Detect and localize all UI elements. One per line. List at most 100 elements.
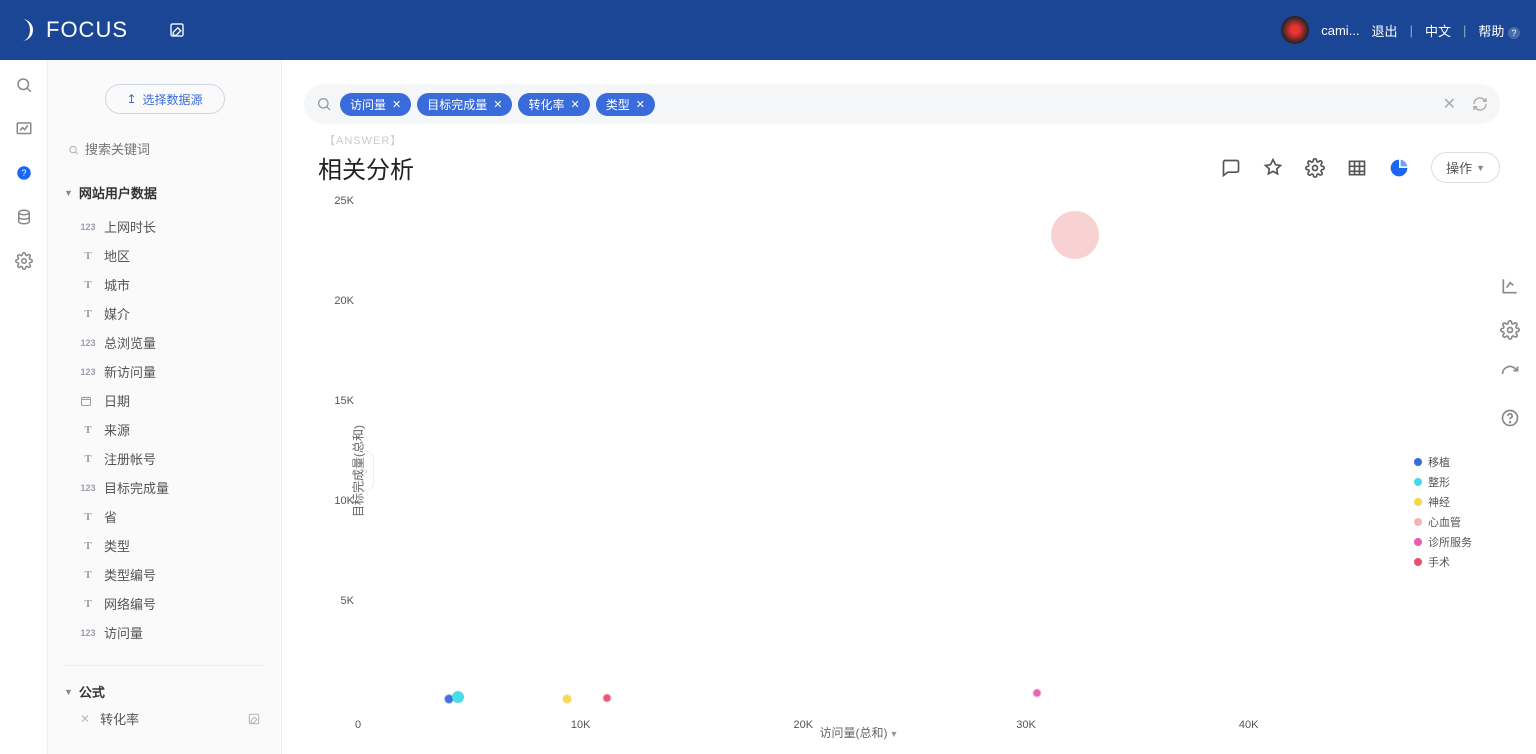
page-title: 相关分析 — [318, 150, 414, 185]
field-label: 类型编号 — [104, 565, 156, 584]
help-circle-icon[interactable] — [1500, 408, 1520, 428]
chip-remove-icon[interactable]: ✕ — [570, 98, 579, 111]
bubble-point[interactable] — [604, 695, 611, 702]
header: FOCUS cami... 退出 | 中文 | 帮助 ? — [0, 0, 1536, 60]
legend-dot-icon — [1414, 458, 1422, 466]
chart-icon[interactable] — [1389, 158, 1409, 178]
field-type-icon: 123 — [80, 627, 96, 639]
nav-database-icon[interactable] — [15, 208, 33, 226]
field-item[interactable]: 123目标完成量 — [56, 473, 273, 502]
axis-tool-icon[interactable] — [1500, 276, 1520, 296]
field-label: 总浏览量 — [104, 333, 156, 352]
field-type-icon: 123 — [80, 221, 96, 233]
field-item[interactable]: 日期 — [56, 386, 273, 415]
help-icon: ? — [1508, 27, 1520, 39]
refresh-search-icon[interactable] — [1472, 96, 1488, 112]
field-item[interactable]: T网络编号 — [56, 589, 273, 618]
field-label: 媒介 — [104, 304, 130, 323]
logo-text: FOCUS — [46, 17, 128, 43]
bubble-point[interactable] — [452, 691, 464, 703]
table-icon[interactable] — [1347, 158, 1367, 178]
edit-icon[interactable] — [168, 21, 186, 39]
field-item[interactable]: T 城市 — [56, 270, 273, 299]
field-item[interactable]: 123总浏览量 — [56, 328, 273, 357]
chip-list: 访问量✕ 目标完成量✕ 转化率✕ 类型✕ — [340, 93, 655, 116]
nav-settings-icon[interactable] — [15, 252, 33, 270]
comment-icon[interactable] — [1221, 158, 1241, 178]
select-datasource-button[interactable]: ↥ 选择数据源 — [105, 84, 225, 114]
y-tick: 15K — [334, 395, 354, 407]
field-item[interactable]: T媒介 — [56, 299, 273, 328]
field-type-icon — [80, 395, 96, 407]
username[interactable]: cami... — [1321, 23, 1359, 38]
field-type-icon: T — [80, 424, 96, 436]
group-formula[interactable]: ▼ 公式 — [56, 678, 273, 705]
chip-remove-icon[interactable]: ✕ — [392, 98, 401, 111]
chip-remove-icon[interactable]: ✕ — [493, 98, 502, 111]
avatar[interactable] — [1281, 16, 1309, 44]
field-item[interactable]: T地区 — [56, 241, 273, 270]
help-link[interactable]: 帮助 ? — [1478, 21, 1520, 40]
x-axis-label[interactable]: 访问量(总和)▼ — [358, 724, 1360, 741]
search-chip[interactable]: 转化率✕ — [518, 93, 589, 116]
field-label: 新访问量 — [104, 362, 156, 381]
sidebar-search[interactable] — [56, 138, 273, 161]
refresh-icon[interactable] — [1500, 364, 1520, 384]
field-item[interactable]: 123 访问量 — [56, 618, 273, 647]
formula-item[interactable]: ✕转化率 — [56, 705, 273, 732]
chevron-down-icon: ▼ — [1476, 163, 1485, 173]
field-type-icon: T — [80, 540, 96, 552]
field-type-icon: T — [80, 279, 96, 291]
field-type-icon: 123 — [80, 366, 96, 378]
field-item[interactable]: T 注册帐号 — [56, 444, 273, 473]
plot-area[interactable] — [358, 211, 1360, 701]
field-label: 注册帐号 — [104, 449, 156, 468]
field-label: 省 — [104, 507, 117, 526]
operation-button[interactable]: 操作▼ — [1431, 152, 1500, 183]
field-type-icon: T — [80, 569, 96, 581]
legend-item[interactable]: 诊所服务 — [1414, 534, 1472, 550]
logo-icon — [16, 19, 38, 41]
language-link[interactable]: 中文 — [1425, 21, 1451, 40]
field-item[interactable]: T 类型编号 — [56, 560, 273, 589]
field-item[interactable]: 123 新访问量 — [56, 357, 273, 386]
search-chip[interactable]: 类型✕ — [596, 93, 655, 116]
logo[interactable]: FOCUS — [16, 17, 128, 43]
legend-item[interactable]: 神经 — [1414, 494, 1472, 510]
searchbar[interactable]: 访问量✕ 目标完成量✕ 转化率✕ 类型✕ ✕ — [304, 84, 1500, 124]
legend-dot-icon — [1414, 558, 1422, 566]
field-item[interactable]: T省 — [56, 502, 273, 531]
legend-item[interactable]: 整形 — [1414, 474, 1472, 490]
legend-item[interactable]: 移植 — [1414, 454, 1472, 470]
bubble-point[interactable] — [563, 695, 571, 703]
clear-search-icon[interactable]: ✕ — [1443, 94, 1456, 114]
field-item[interactable]: T来源 — [56, 415, 273, 444]
chevron-down-icon: ▼ — [890, 729, 899, 739]
field-label: 城市 — [104, 275, 130, 294]
search-icon — [316, 96, 332, 112]
field-label: 上网时长 — [104, 217, 156, 236]
nav-dashboard-icon[interactable] — [15, 120, 33, 138]
gear-icon[interactable] — [1500, 320, 1520, 340]
legend: 移植整形神经心血管诊所服务手术 — [1414, 454, 1472, 574]
nav-search-icon[interactable] — [15, 76, 33, 94]
bubble-point[interactable] — [1051, 211, 1099, 259]
bubble-point[interactable] — [1034, 690, 1041, 697]
group-website-user-data[interactable]: ▼ 网站用户数据 — [56, 179, 273, 206]
search-chip[interactable]: 访问量✕ — [340, 93, 411, 116]
field-label: 访问量 — [104, 623, 143, 642]
search-chip[interactable]: 目标完成量✕ — [417, 93, 512, 116]
field-type-icon: T — [80, 453, 96, 465]
logout-link[interactable]: 退出 — [1372, 21, 1398, 40]
field-item[interactable]: 123 上网时长 — [56, 212, 273, 241]
field-item[interactable]: T类型 — [56, 531, 273, 560]
legend-item[interactable]: 手术 — [1414, 554, 1472, 570]
nav-help-active-icon[interactable]: ? — [15, 164, 33, 182]
pin-icon[interactable] — [1263, 158, 1283, 178]
header-right: cami... 退出 | 中文 | 帮助 ? — [1281, 16, 1520, 44]
sidebar-search-input[interactable] — [85, 142, 261, 157]
chip-remove-icon[interactable]: ✕ — [636, 98, 645, 111]
edit-formula-icon[interactable] — [247, 712, 261, 726]
legend-item[interactable]: 心血管 — [1414, 514, 1472, 530]
settings-icon[interactable] — [1305, 158, 1325, 178]
